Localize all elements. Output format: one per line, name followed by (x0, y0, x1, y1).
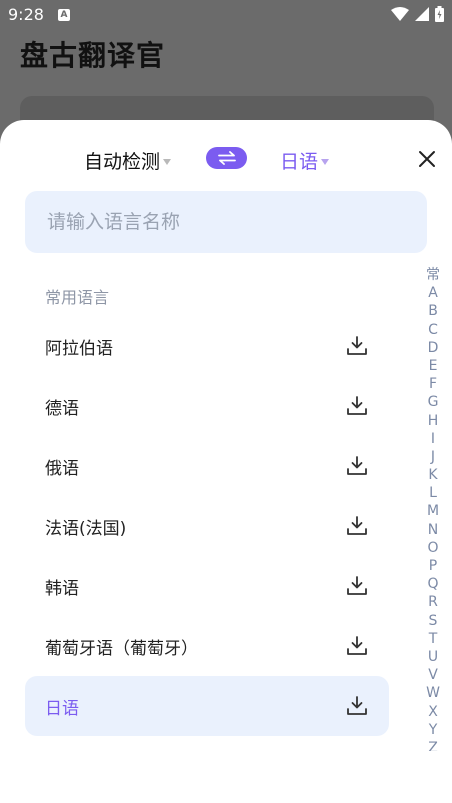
index-letter[interactable]: F (422, 375, 444, 393)
index-letter[interactable]: X (422, 703, 444, 721)
section-title: 常用语言 (45, 288, 110, 307)
language-search-input[interactable] (47, 191, 407, 253)
download-icon[interactable] (346, 335, 368, 357)
index-letter[interactable]: R (422, 593, 444, 611)
index-letter[interactable]: C (422, 321, 444, 339)
index-letter[interactable]: U (422, 648, 444, 666)
language-item[interactable]: 韩语 (25, 556, 389, 616)
index-letter[interactable]: B (422, 302, 444, 320)
language-name: 葡萄牙语（葡萄牙） (45, 638, 198, 659)
download-icon[interactable] (346, 635, 368, 657)
language-item[interactable]: 阿拉伯语 (25, 316, 389, 376)
language-name: 阿拉伯语 (45, 338, 113, 359)
source-language-label: 自动检测 (84, 151, 161, 173)
index-letter[interactable]: T (422, 630, 444, 648)
language-search-box (25, 191, 427, 253)
index-letter[interactable]: I (422, 430, 444, 448)
index-letter[interactable]: L (422, 484, 444, 502)
language-name: 日语 (45, 698, 79, 719)
chevron-down-icon (163, 158, 172, 165)
language-picker-sheet: 自动检测 日语 常用语言 阿拉伯语德语俄语法语(法国) 韩语葡萄牙语（葡萄牙） 日语… (0, 120, 452, 803)
status-icons (391, 6, 444, 22)
chevron-down-icon (321, 158, 330, 165)
signal-icon (415, 7, 429, 21)
index-letter[interactable]: P (422, 557, 444, 575)
index-letter[interactable]: J (422, 448, 444, 466)
download-icon[interactable] (346, 695, 368, 717)
language-item[interactable]: 法语(法国) (25, 496, 389, 556)
download-icon[interactable] (346, 575, 368, 597)
index-letter[interactable]: M (422, 502, 444, 520)
language-bar: 自动检测 日语 (0, 144, 452, 174)
index-letter[interactable]: O (422, 539, 444, 557)
language-name: 德语 (45, 398, 79, 419)
download-icon[interactable] (346, 455, 368, 477)
status-time: 9:28 (8, 5, 44, 24)
index-letter[interactable]: H (422, 412, 444, 430)
language-list: 阿拉伯语德语俄语法语(法国) 韩语葡萄牙语（葡萄牙） 日语 (25, 316, 389, 736)
index-letter[interactable]: Q (422, 575, 444, 593)
index-letter[interactable]: E (422, 357, 444, 375)
index-letter[interactable]: W (422, 684, 444, 702)
index-letter[interactable]: N (422, 521, 444, 539)
index-letter[interactable]: 常 (422, 266, 444, 284)
index-letter[interactable]: D (422, 339, 444, 357)
swap-languages-button[interactable] (206, 147, 247, 169)
language-name: 韩语 (45, 578, 79, 599)
swap-icon (217, 151, 236, 165)
notification-icon: A (58, 9, 70, 21)
battery-icon (435, 6, 444, 22)
language-item[interactable]: 日语 (25, 676, 389, 736)
target-language-label: 日语 (280, 151, 319, 173)
index-letter[interactable]: Z (422, 739, 444, 751)
index-letter[interactable]: G (422, 393, 444, 411)
language-name: 俄语 (45, 458, 79, 479)
index-letter[interactable]: A (422, 284, 444, 302)
app-title: 盘古翻译官 (20, 39, 166, 72)
status-bar: 9:28 A (0, 0, 452, 30)
close-icon[interactable] (416, 148, 438, 170)
index-letter[interactable]: V (422, 666, 444, 684)
download-icon[interactable] (346, 515, 368, 537)
alphabet-index[interactable]: 常ABCDEFGHIJKLMNOPQRSTUVWXYZ (422, 266, 444, 751)
download-icon[interactable] (346, 395, 368, 417)
language-item[interactable]: 俄语 (25, 436, 389, 496)
target-language-dropdown[interactable]: 日语 (280, 147, 330, 174)
language-item[interactable]: 葡萄牙语（葡萄牙） (25, 616, 389, 676)
language-name: 法语(法国) (45, 518, 127, 539)
source-language-dropdown[interactable]: 自动检测 (84, 147, 172, 174)
index-letter[interactable]: Y (422, 721, 444, 739)
index-letter[interactable]: S (422, 612, 444, 630)
index-letter[interactable]: K (422, 466, 444, 484)
wifi-icon (391, 7, 409, 21)
language-item[interactable]: 德语 (25, 376, 389, 436)
